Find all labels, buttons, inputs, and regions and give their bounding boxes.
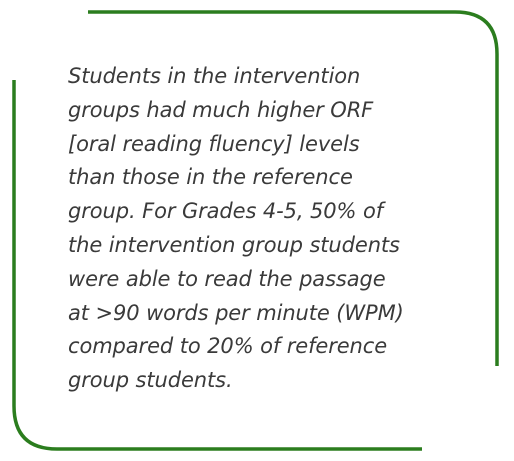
quote-line: Students in the intervention bbox=[68, 64, 361, 88]
quote-line: groups had much higher ORF bbox=[68, 97, 374, 122]
quote-line: the intervention group students bbox=[68, 232, 400, 257]
quote-line: at >90 words per minute (WPM) bbox=[68, 300, 404, 325]
quote-line: compared to 20% of reference bbox=[68, 334, 388, 359]
quote-text: Students in the intervention groups had … bbox=[68, 60, 468, 398]
quote-line: [oral reading fluency] levels bbox=[68, 131, 360, 156]
quote-line: group. For Grades 4-5, 50% of bbox=[68, 199, 384, 224]
quote-line: than those in the reference bbox=[68, 165, 353, 190]
quote-line: group students. bbox=[68, 368, 233, 393]
quote-line: were able to read the passage bbox=[68, 266, 386, 291]
